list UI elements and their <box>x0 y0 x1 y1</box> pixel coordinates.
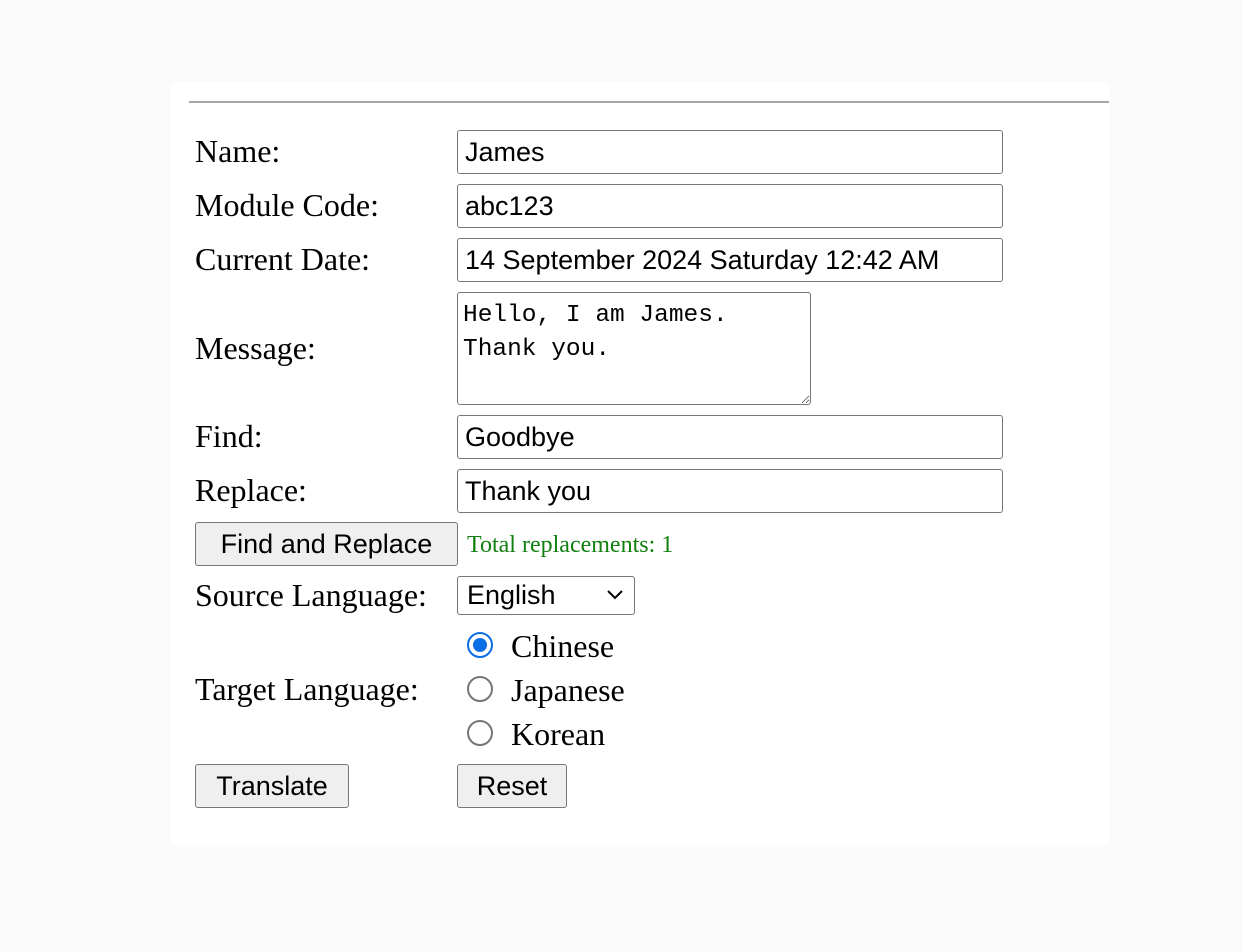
replace-input[interactable] <box>457 469 1003 513</box>
radio-button-chinese[interactable] <box>467 632 493 658</box>
find-label: Find: <box>195 418 263 454</box>
replacement-status: Total replacements: 1 <box>467 532 674 558</box>
source-language-selected: English <box>467 580 556 610</box>
find-and-replace-button[interactable]: Find and Replace <box>195 522 458 566</box>
module-code-label: Module Code: <box>195 187 379 223</box>
name-label: Name: <box>195 133 281 169</box>
name-input[interactable] <box>457 130 1003 174</box>
form-card: Name: Module Code: Current Date: Message… <box>171 82 1109 845</box>
current-date-label: Current Date: <box>195 241 371 277</box>
radio-button-korean[interactable] <box>467 720 493 746</box>
source-language-label: Source Language: <box>195 577 427 613</box>
target-language-label: Target Language: <box>195 671 419 707</box>
chevron-down-icon <box>607 590 623 600</box>
radio-button-japanese[interactable] <box>467 676 493 702</box>
source-language-select[interactable]: English <box>457 576 635 615</box>
module-code-input[interactable] <box>457 184 1003 228</box>
radio-label-japanese: Japanese <box>511 672 625 708</box>
message-textarea[interactable]: Hello, I am James. Thank you. <box>457 292 811 405</box>
current-date-input[interactable] <box>457 238 1003 282</box>
radio-label-chinese: Chinese <box>511 628 615 664</box>
translate-button[interactable]: Translate <box>195 764 349 808</box>
horizontal-rule <box>189 101 1109 103</box>
find-input[interactable] <box>457 415 1003 459</box>
message-label: Message: <box>195 330 316 366</box>
radio-label-korean: Korean <box>511 716 606 752</box>
reset-button[interactable]: Reset <box>457 764 567 808</box>
replace-label: Replace: <box>195 472 307 508</box>
